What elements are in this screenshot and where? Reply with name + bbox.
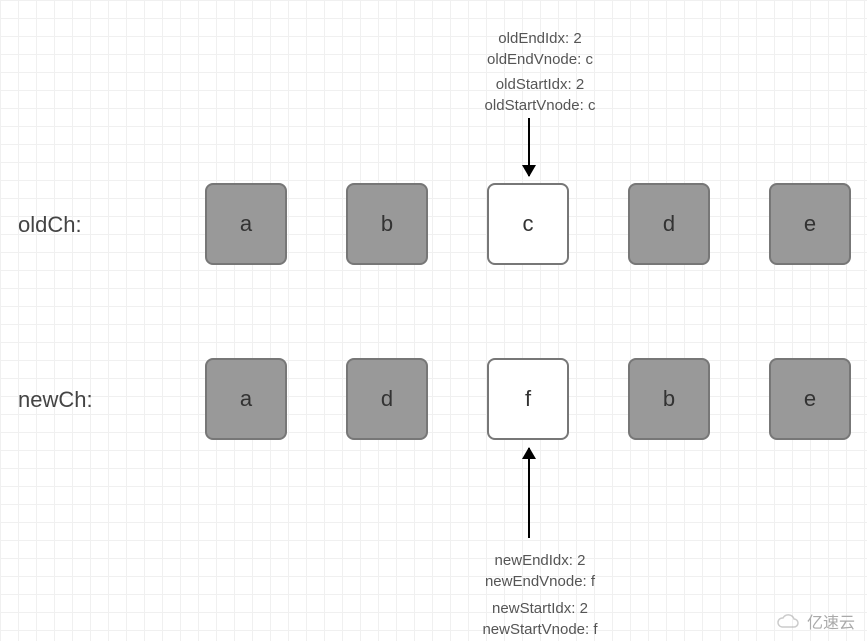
box-letter: e [804, 211, 816, 237]
box-letter: d [381, 386, 393, 412]
newch-box-3: b [628, 358, 710, 440]
info-line: oldEndIdx: 2 [430, 28, 650, 49]
oldch-box-0: a [205, 183, 287, 265]
box-letter: f [525, 386, 531, 412]
box-letter: b [663, 386, 675, 412]
info-line: newEndVnode: f [430, 571, 650, 592]
oldch-box-2: c [487, 183, 569, 265]
box-letter: e [804, 386, 816, 412]
info-line: newEndIdx: 2 [430, 550, 650, 571]
arrow-down-to-old-c [528, 118, 530, 176]
info-line: oldStartVnode: c [430, 95, 650, 116]
newch-label: newCh: [18, 387, 93, 413]
info-line: newStartVnode: f [430, 619, 650, 640]
oldch-box-4: e [769, 183, 851, 265]
newch-box-4: e [769, 358, 851, 440]
new-pointers-info: newEndIdx: 2 newEndVnode: f newStartIdx:… [430, 550, 650, 640]
box-letter: b [381, 211, 393, 237]
cloud-icon [775, 612, 801, 630]
info-line: oldEndVnode: c [430, 49, 650, 70]
newch-box-1: d [346, 358, 428, 440]
newch-box-2: f [487, 358, 569, 440]
box-letter: c [523, 211, 534, 237]
box-letter: a [240, 386, 252, 412]
arrow-up-to-new-f [528, 448, 530, 538]
oldch-box-3: d [628, 183, 710, 265]
info-line: newStartIdx: 2 [430, 598, 650, 619]
watermark-text: 亿速云 [807, 609, 855, 633]
oldch-box-1: b [346, 183, 428, 265]
box-letter: a [240, 211, 252, 237]
oldch-label: oldCh: [18, 212, 82, 238]
box-letter: d [663, 211, 675, 237]
old-pointers-info: oldEndIdx: 2 oldEndVnode: c oldStartIdx:… [430, 28, 650, 116]
newch-box-0: a [205, 358, 287, 440]
info-line: oldStartIdx: 2 [430, 74, 650, 95]
watermark: 亿速云 [775, 609, 855, 633]
